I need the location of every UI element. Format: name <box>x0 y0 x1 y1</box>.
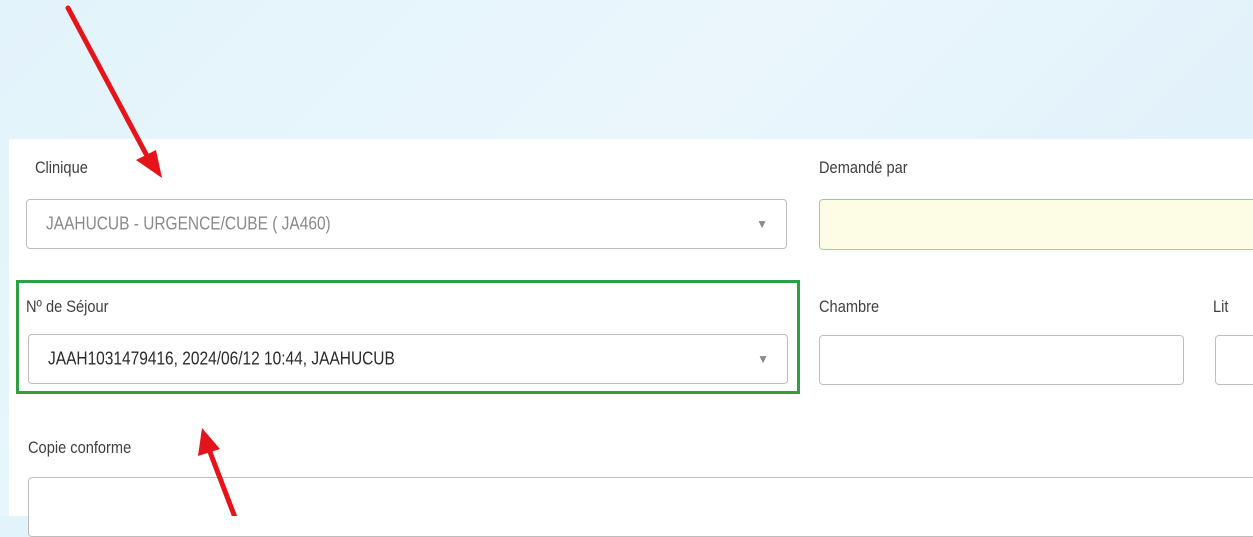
arrow-bottom-icon <box>198 428 238 516</box>
arrow-top-icon <box>65 5 162 178</box>
annotation-arrows <box>65 5 238 516</box>
